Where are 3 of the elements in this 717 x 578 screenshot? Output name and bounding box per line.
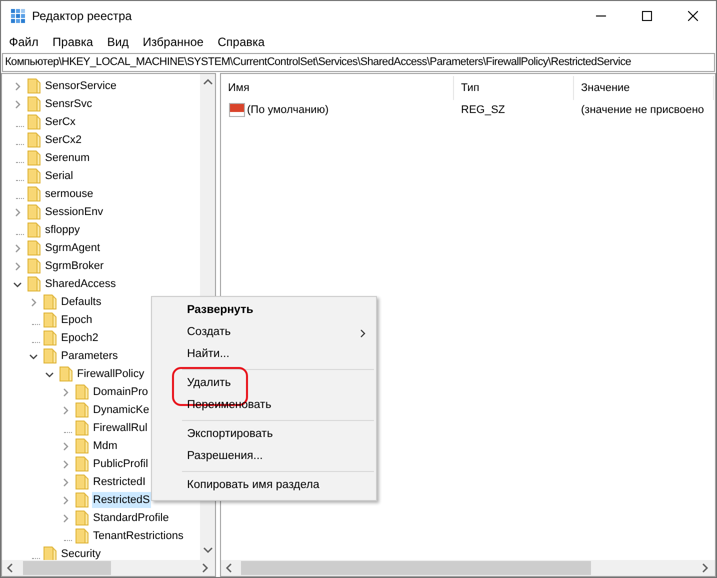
window-title: Редактор реестра (32, 8, 132, 25)
value-type: REG_SZ (460, 102, 506, 118)
value-data: (значение не присвоено (580, 102, 706, 118)
